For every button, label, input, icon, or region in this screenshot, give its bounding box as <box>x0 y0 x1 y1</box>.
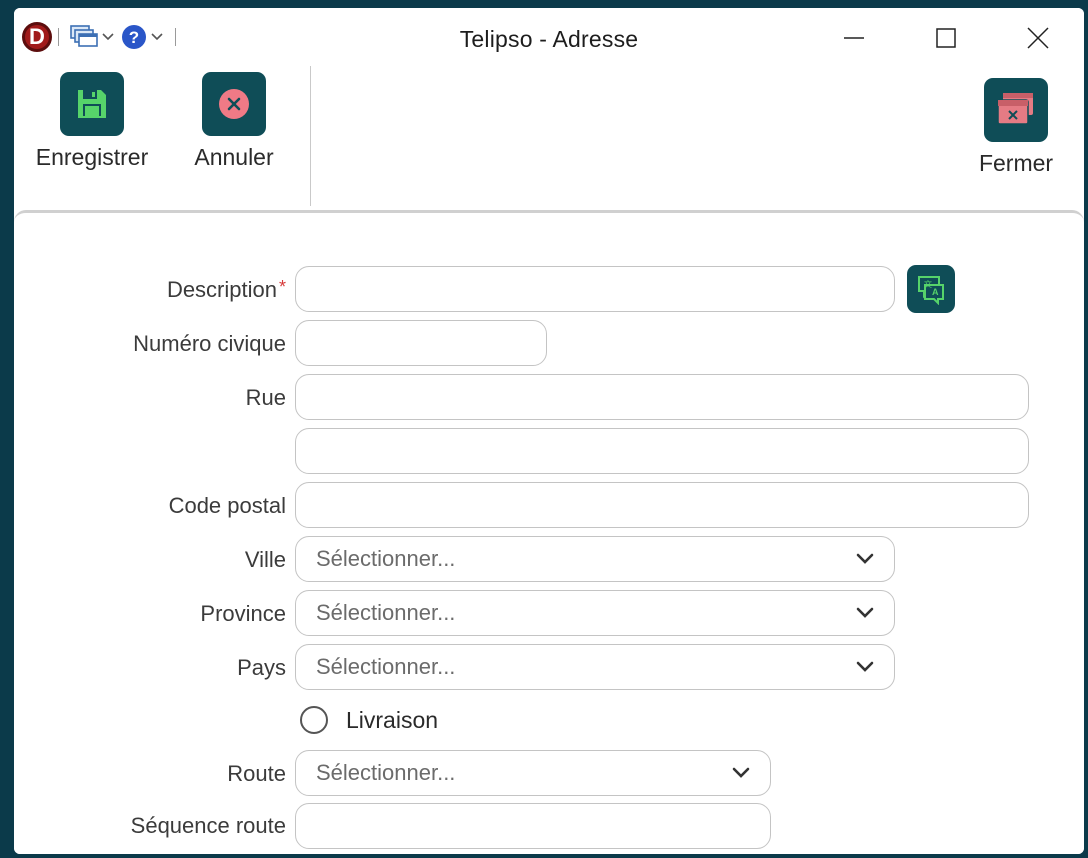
cancel-x-icon <box>219 89 249 119</box>
maximize-icon <box>936 28 956 48</box>
chevron-down-icon <box>856 661 874 672</box>
street-label: Rue <box>245 385 286 410</box>
cancel-button-icon-box <box>202 72 266 136</box>
chevron-down-icon <box>732 767 750 778</box>
city-select-value: Sélectionner... <box>316 546 456 571</box>
maximize-button[interactable] <box>900 18 992 58</box>
close-button-icon-box <box>984 78 1048 142</box>
title-bar: D ? Telipso - Adresse <box>14 8 1084 62</box>
close-label: Fermer <box>978 150 1054 176</box>
description-label: Description * <box>166 277 286 302</box>
street-input[interactable] <box>295 374 1029 420</box>
cancel-label: Annuler <box>194 144 274 170</box>
adresse-window: D ? Telipso - Adresse Enregistrer Annule… <box>14 8 1084 854</box>
minimize-icon <box>844 37 864 39</box>
province-select[interactable]: Sélectionner... <box>295 590 895 636</box>
route-label: Route <box>227 761 286 786</box>
route-sequence-label: Séquence route <box>130 813 286 838</box>
address-form: Description * 文 A Numéro civique Rue Code… <box>14 210 1084 854</box>
close-button[interactable]: Fermer <box>968 78 1064 177</box>
civic-number-input[interactable] <box>295 320 547 366</box>
delivery-radio[interactable] <box>300 706 328 734</box>
svg-text:文: 文 <box>924 279 932 289</box>
save-button[interactable]: Enregistrer <box>28 72 156 171</box>
required-marker: * <box>278 277 286 297</box>
close-icon <box>1027 27 1049 49</box>
save-floppy-icon <box>78 90 106 118</box>
chevron-down-icon <box>856 607 874 618</box>
chevron-down-icon <box>856 553 874 564</box>
province-label: Province <box>200 601 286 626</box>
country-select-value: Sélectionner... <box>316 654 456 679</box>
ribbon-toolbar: Enregistrer Annuler Fermer <box>14 62 1084 212</box>
postal-code-input[interactable] <box>295 482 1029 528</box>
province-select-value: Sélectionner... <box>316 600 456 625</box>
translate-icon: 文 A <box>918 276 944 305</box>
route-select[interactable]: Sélectionner... <box>295 750 771 796</box>
city-label: Ville <box>244 547 286 572</box>
delivery-option[interactable]: Livraison <box>300 706 438 734</box>
close-window-button[interactable] <box>992 18 1084 58</box>
cancel-button[interactable]: Annuler <box>186 72 282 171</box>
minimize-button[interactable] <box>808 18 900 58</box>
delivery-label: Livraison <box>346 706 439 733</box>
street-line2-input[interactable] <box>295 428 1029 474</box>
ribbon-separator <box>310 66 311 206</box>
city-select[interactable]: Sélectionner... <box>295 536 895 582</box>
country-label: Pays <box>237 655 286 680</box>
save-button-icon-box <box>60 72 124 136</box>
window-controls <box>808 18 1084 58</box>
close-window-icon <box>997 93 1033 125</box>
route-select-value: Sélectionner... <box>316 760 456 785</box>
postal-code-label: Code postal <box>168 493 286 518</box>
translate-button[interactable]: 文 A <box>907 265 955 313</box>
country-select[interactable]: Sélectionner... <box>295 644 895 690</box>
save-label: Enregistrer <box>35 144 149 170</box>
svg-text:A: A <box>932 287 939 297</box>
civic-number-label: Numéro civique <box>133 331 286 356</box>
description-input[interactable] <box>295 266 895 312</box>
route-sequence-input[interactable] <box>295 803 771 849</box>
